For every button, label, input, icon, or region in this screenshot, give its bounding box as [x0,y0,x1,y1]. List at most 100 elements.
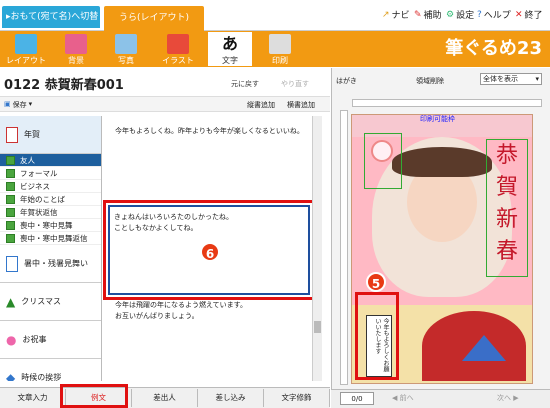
toolbar-layout-label: レイアウト [6,56,46,65]
message-item-1[interactable]: 今年もよろしくね。昨年よりも今年が楽しくなるといいね。 [115,126,304,137]
save-button[interactable]: ▣ 保存 ▾ [4,100,32,110]
message-scrollbar[interactable] [312,116,322,381]
tab-front-switch[interactable]: ▸おもて(宛て名)へ切替 [2,6,100,28]
toolbar-text-button[interactable]: あ文字 [208,32,252,66]
nenga-icon [6,126,18,143]
toolbar-print-label: 印刷 [272,56,288,65]
save-icon: ▣ [4,100,11,108]
category-nenga-label: 年賀 [24,130,40,139]
hair [392,147,492,177]
category-christmas[interactable]: ▲ クリスマス [0,283,101,321]
tab-decoration[interactable]: 文字修飾 [264,389,330,407]
hojo-icon: ✎ [414,9,422,20]
toolbar-text-label: 文字 [222,56,238,65]
message-line: きょねんはいろいろたのしかったね。 [114,213,233,221]
save-label: 保存 [12,101,27,109]
kanji-char: 恭 [495,143,518,168]
sub-category-mochu[interactable]: 喪中・寒中見舞 [0,219,101,232]
sub-category-mochu-reply[interactable]: 喪中・寒中見舞返信 [0,232,101,245]
category-nenga[interactable]: 年賀 [0,116,101,154]
toolbar-layout-button[interactable]: レイアウト [4,32,48,66]
kanji-char: 春 [495,239,518,264]
area-delete-button[interactable]: 領域削除 [416,76,444,86]
category-season-label: 時候の挨拶 [21,373,62,381]
check-icon [6,181,15,191]
print-area-label: 印刷可能枠 [420,115,455,123]
tab-sender[interactable]: 差出人 [132,389,198,407]
illust-icon [167,34,189,54]
category-season[interactable]: ◆ 時候の挨拶 [0,359,101,381]
toolbar-print-button[interactable]: 印刷 [258,32,302,66]
message-line: 今年は飛躍の年になるよう燃えています。 [115,301,247,309]
kanji-char: 新 [495,207,518,232]
tab-text-input[interactable]: 文章入力 [0,389,66,407]
navi-label: ナビ [391,11,410,21]
sub-category-reply[interactable]: 年賀状返信 [0,206,101,219]
end-button[interactable]: ✕ 終了 [515,8,543,22]
undo-button[interactable]: 元に戻す [231,79,259,89]
help-label: ヘルプ [483,11,511,21]
category-shochu[interactable]: 暑中・残暑見舞い [0,245,101,283]
mountain-icon [462,335,506,361]
vertical-add-button[interactable]: 縦書追加 [247,100,275,110]
hojo-button[interactable]: ✎ 補助 [414,8,442,22]
toolbar-photo-button[interactable]: 写真 [104,32,148,66]
callout-box-example-tab [60,384,128,408]
next-button[interactable]: 次へ ▶ [497,393,519,403]
close-icon: ✕ [515,9,523,20]
edit-toolbar [0,96,330,112]
shochu-icon [6,255,18,272]
view-select-value: 全体を表示 [483,75,518,83]
check-icon [6,155,15,165]
toolbar-illust-button[interactable]: イラスト [156,32,200,66]
scrollbar-thumb[interactable] [314,321,321,333]
sub-label: 友人 [20,155,35,165]
hojo-label: 補助 [423,11,442,21]
cake-icon: ● [6,332,17,347]
navi-button[interactable]: ↗ ナビ [382,8,410,22]
tab-back-label: うら(レイアウト) [118,13,190,23]
kanji-block: 恭 賀 新 春 [486,139,528,277]
page-field[interactable]: 0/0 [340,392,374,405]
help-button[interactable]: ? ヘルプ [477,8,511,22]
prev-icon: ◀ [392,394,400,402]
sub-category-formal[interactable]: フォーマル [0,167,101,180]
tab-insert[interactable]: 差し込み [198,389,264,407]
sub-category-business[interactable]: ビジネス [0,180,101,193]
horizontal-add-button[interactable]: 横書追加 [287,100,315,110]
check-icon [6,168,15,178]
category-celebration-label: お祝事 [22,335,47,344]
view-select[interactable]: 全体を表示 ▾ [480,73,542,85]
printer-icon [269,34,291,54]
next-icon: ▶ [511,394,519,402]
settei-button[interactable]: ⚙ 設定 [446,8,474,22]
category-list: 年賀 友人 フォーマル ビジネス 年始のことば 年賀状返信 喪中・寒中見舞 喪中… [0,116,102,381]
tab-back-layout[interactable]: うら(レイアウト) [104,6,204,31]
callout-number-5: 5 [366,272,386,292]
background-icon [65,34,87,54]
toolbar-background-button[interactable]: 背景 [54,32,98,66]
sub-label: 年賀状返信 [20,207,58,217]
toolbar-illust-label: イラスト [162,56,194,65]
category-christmas-label: クリスマス [21,297,61,306]
redo-button[interactable]: やり直す [281,79,309,89]
sub-label: 喪中・寒中見舞返信 [20,233,88,243]
kanji-char: 賀 [495,175,518,200]
document-title: 0122 恭賀新春001 [4,78,124,93]
category-celebration[interactable]: ● お祝事 [0,321,101,359]
sub-label: 年始のことば [20,194,65,204]
vertical-ruler [340,110,348,385]
prev-button[interactable]: ◀ 前へ [392,393,414,403]
message-item-3[interactable]: 今年は飛躍の年になるよう燃えています。 お互いがんばりましょう。 [115,300,247,322]
sub-category-nenshi[interactable]: 年始のことば [0,193,101,206]
hagaki-label: はがき [336,77,357,85]
horizontal-ruler [352,99,542,107]
bottom-tabs: 文章入力 例文 差出人 差し込み 文字修飾 [0,387,330,408]
sub-category-friend[interactable]: 友人 [0,154,101,167]
check-icon [6,207,15,217]
callout-box-5 [355,292,399,380]
category-shochu-label: 暑中・残暑見舞い [24,259,88,268]
toolbar-background-label: 背景 [68,56,84,65]
navi-icon: ↗ [382,9,390,20]
chevron-down-icon: ▾ [535,75,539,83]
